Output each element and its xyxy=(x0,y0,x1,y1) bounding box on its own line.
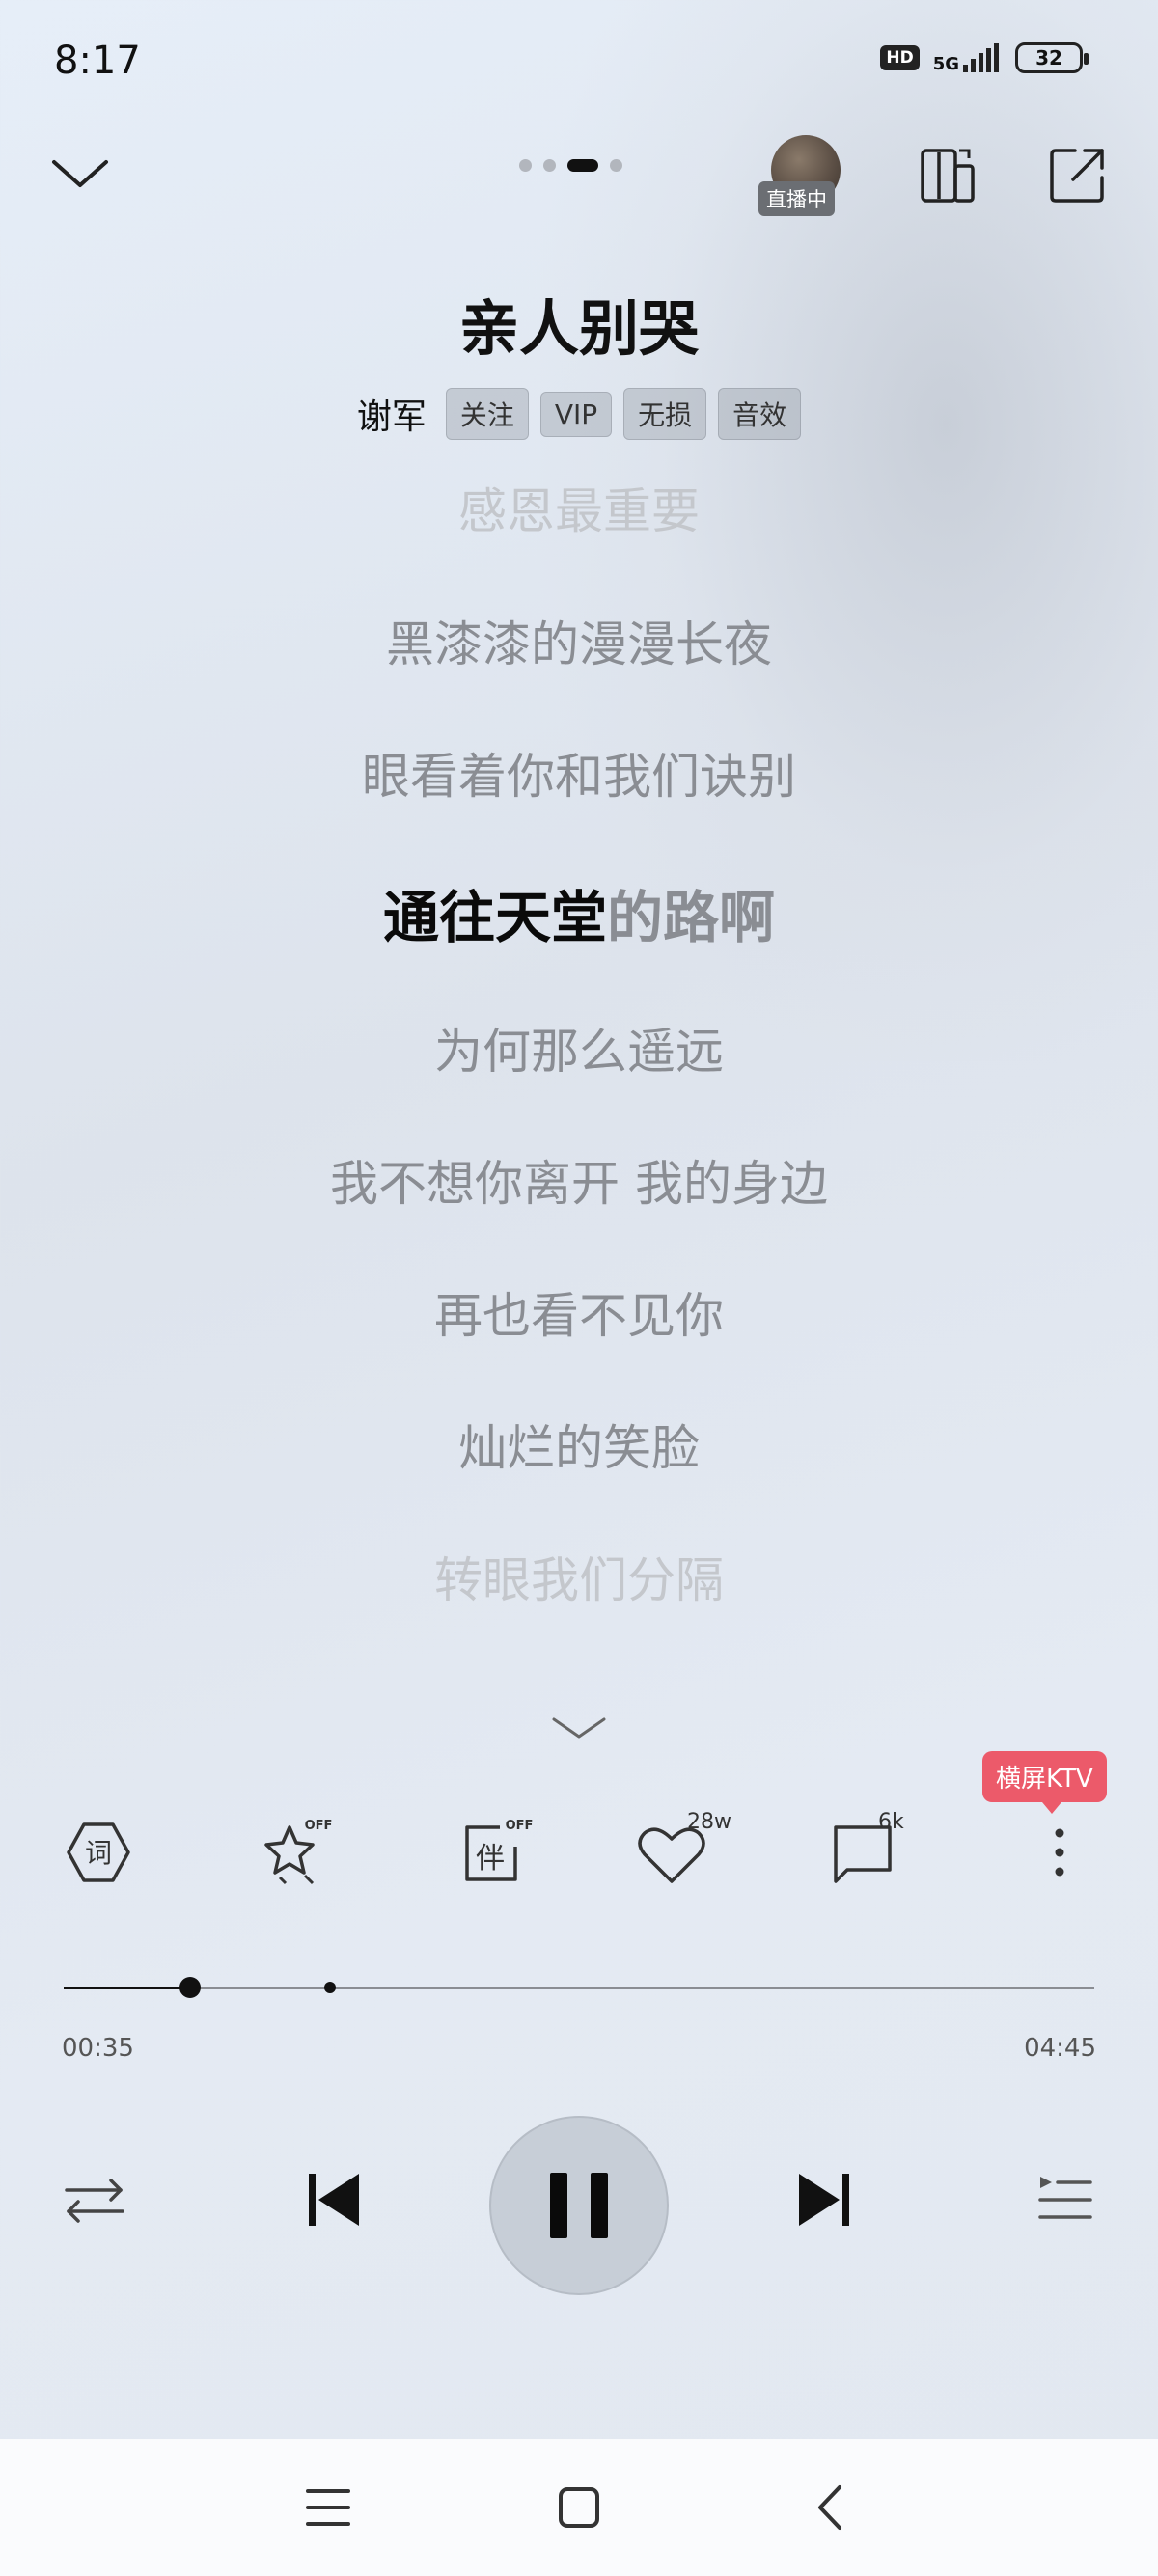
progress-thumb[interactable] xyxy=(179,1977,202,1998)
collapse-button[interactable] xyxy=(46,145,114,203)
progress-played xyxy=(64,1987,191,1989)
lyric-line[interactable]: 眼看着你和我们诀别 xyxy=(0,738,1158,808)
next-button[interactable] xyxy=(786,2161,864,2238)
menu-icon xyxy=(306,2489,350,2526)
signal-group: 5G xyxy=(932,43,1002,74)
like-count: 28w xyxy=(687,1810,731,1834)
favorite-off-label: OFF xyxy=(305,1819,333,1833)
lyrics-icon-text: 词 xyxy=(85,1837,112,1869)
lyric-line[interactable]: 再也看不见你 xyxy=(0,1277,1158,1347)
lyrics-icon: 词 xyxy=(67,1822,130,1882)
pause-icon xyxy=(550,2173,608,2238)
device-switch-icon xyxy=(921,149,975,203)
favorite-effect-button[interactable]: OFF xyxy=(257,1814,334,1891)
pause-button[interactable] xyxy=(489,2116,669,2295)
battery-icon: 32 xyxy=(1015,42,1089,73)
battery-level: 32 xyxy=(1035,46,1062,69)
accompaniment-off-label: OFF xyxy=(506,1819,533,1833)
artist-name[interactable]: 谢军 xyxy=(357,389,427,439)
live-avatar-button[interactable]: 直播中 xyxy=(758,135,849,222)
page-indicator[interactable] xyxy=(519,159,622,172)
lyric-line-current[interactable]: 通往天堂的路啊 xyxy=(0,872,1158,953)
accompaniment-icon-text: 伴 xyxy=(476,1842,505,1876)
vip-tag[interactable]: VIP xyxy=(539,391,613,437)
lossless-tag[interactable]: 无损 xyxy=(623,388,707,440)
lyric-line[interactable]: 转眼我们分隔 xyxy=(0,1542,1158,1611)
like-button[interactable]: 28w xyxy=(633,1810,731,1891)
more-vertical-icon xyxy=(1055,1828,1064,1877)
lyrics-poster-button[interactable]: 词 xyxy=(60,1814,137,1891)
total-time: 04:45 xyxy=(1024,2034,1096,2063)
back-button[interactable] xyxy=(801,2479,859,2536)
chevron-down-icon xyxy=(552,1717,606,1739)
progress-track[interactable] xyxy=(64,1977,1094,1998)
next-icon xyxy=(799,2174,849,2226)
accompaniment-button[interactable]: 伴 OFF xyxy=(455,1814,533,1891)
hd-icon: HD xyxy=(880,45,920,70)
status-time: 8:17 xyxy=(54,39,141,83)
live-badge: 直播中 xyxy=(758,181,835,216)
current-time: 00:35 xyxy=(62,2034,134,2063)
lyric-line[interactable]: 灿烂的笑脸 xyxy=(0,1410,1158,1479)
comment-count: 6k xyxy=(878,1810,904,1834)
network-type: 5G xyxy=(932,54,959,74)
lyric-line[interactable]: 感恩最重要 xyxy=(0,473,1158,542)
previous-button[interactable] xyxy=(294,2161,372,2238)
page-dot xyxy=(519,159,532,172)
chevron-down-icon xyxy=(52,160,108,187)
back-arrow-icon xyxy=(818,2485,841,2530)
landscape-ktv-badge[interactable]: 横屏KTV xyxy=(982,1751,1107,1814)
lyric-line[interactable]: 我不想你离开 我的身边 xyxy=(0,1145,1158,1215)
lyric-sung-part: 通往天堂 xyxy=(382,885,607,950)
lyric-line[interactable]: 为何那么遥远 xyxy=(0,1013,1158,1082)
status-icons: HD 5G 32 xyxy=(880,42,1089,74)
home-square-icon xyxy=(559,2487,599,2528)
page-dot-active xyxy=(567,159,598,172)
comment-button[interactable]: 6k xyxy=(826,1810,904,1891)
accompaniment-icon: 伴 OFF xyxy=(465,1819,533,1881)
device-switch-button[interactable] xyxy=(917,145,977,205)
share-button[interactable] xyxy=(1048,145,1108,205)
lyric-unsung-part: 的路啊 xyxy=(607,885,776,950)
progress-buffer-marker xyxy=(323,1982,336,1993)
shuffle-repeat-icon xyxy=(65,2179,124,2223)
home-button[interactable] xyxy=(550,2479,608,2536)
page-dot xyxy=(543,159,556,172)
more-options-button[interactable] xyxy=(1021,1814,1098,1891)
playlist-icon xyxy=(1038,2177,1092,2219)
follow-tag[interactable]: 关注 xyxy=(445,388,529,440)
system-nav-bar xyxy=(0,2439,1158,2576)
song-title: 亲人别哭 xyxy=(458,293,699,364)
signal-icon xyxy=(963,43,999,72)
previous-icon xyxy=(309,2174,359,2226)
song-meta-row: 谢军 关注 VIP 无损 音效 xyxy=(0,388,1158,440)
menu-button[interactable] xyxy=(299,2479,357,2536)
share-icon xyxy=(1050,149,1104,203)
star-off-icon: OFF xyxy=(264,1819,333,1885)
sound-effect-tag[interactable]: 音效 xyxy=(718,388,802,440)
lyric-line[interactable]: 黑漆漆的漫漫长夜 xyxy=(0,606,1158,675)
page-dot xyxy=(610,159,622,172)
expand-lyrics-button[interactable] xyxy=(550,1708,608,1746)
playlist-button[interactable] xyxy=(1026,2161,1103,2238)
play-mode-button[interactable] xyxy=(56,2161,133,2238)
